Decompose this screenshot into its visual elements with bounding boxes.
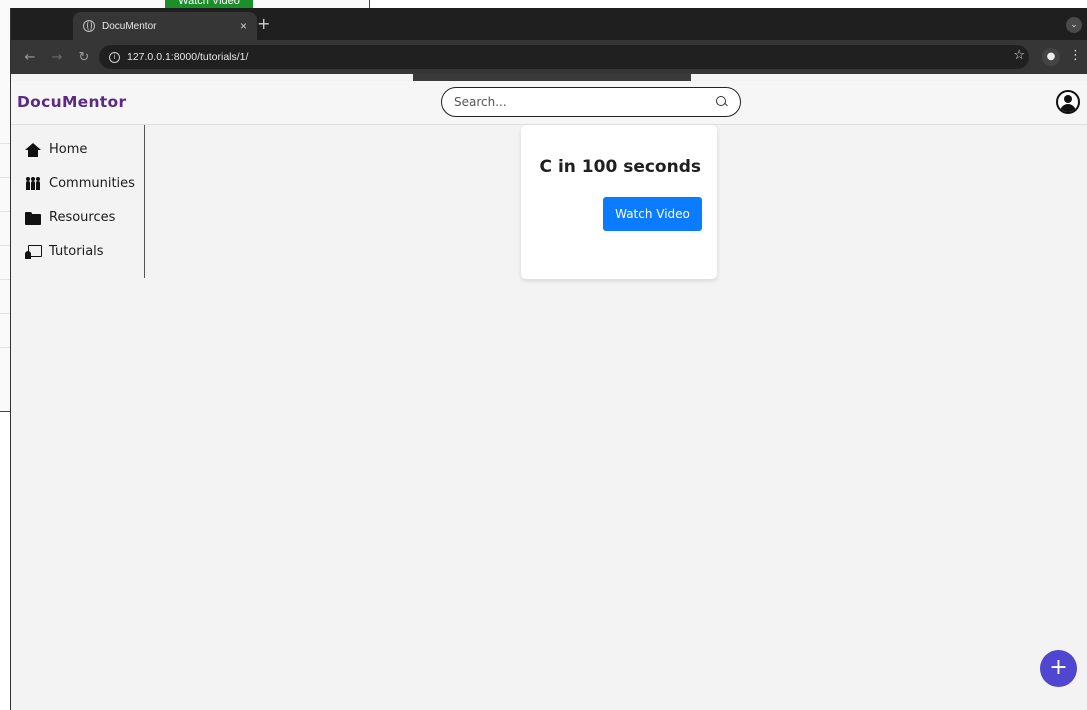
forward-arrow-icon[interactable]: → bbox=[49, 50, 65, 65]
browser-window: DocuMentor × + ⌄ ← → ↻ i 127.0.0.1:8000/… bbox=[10, 8, 1087, 710]
tutorial-card: C in 100 seconds Watch Video bbox=[521, 125, 717, 279]
tab-search-chevron-icon[interactable]: ⌄ bbox=[1066, 17, 1082, 33]
sidebar-item-label: Resources bbox=[49, 210, 116, 225]
home-icon bbox=[25, 142, 41, 157]
sidebar-item-label: Home bbox=[49, 142, 88, 157]
brand-logo[interactable]: DocuMentor bbox=[17, 93, 126, 111]
reload-icon[interactable]: ↻ bbox=[76, 50, 92, 65]
sidebar-item-tutorials[interactable]: Tutorials bbox=[25, 244, 104, 259]
sidebar-item-resources[interactable]: Resources bbox=[25, 210, 115, 225]
sidebar: Home Communities Resources Tutorials bbox=[11, 125, 145, 278]
new-tab-button[interactable]: + bbox=[257, 14, 270, 33]
app-header: DocuMentor bbox=[11, 81, 1087, 125]
folder-icon bbox=[25, 211, 41, 225]
communities-icon bbox=[25, 176, 41, 191]
browser-menu-icon[interactable]: ⋮ bbox=[1069, 48, 1082, 63]
sidebar-item-home[interactable]: Home bbox=[25, 142, 87, 157]
tutorials-icon bbox=[25, 244, 42, 259]
search-bar[interactable] bbox=[441, 87, 741, 117]
watch-video-button[interactable]: Watch Video bbox=[603, 197, 702, 231]
tab-title: DocuMentor bbox=[102, 20, 157, 32]
sidebar-item-communities[interactable]: Communities bbox=[25, 176, 135, 191]
globe-icon bbox=[83, 20, 95, 32]
tab-close-icon[interactable]: × bbox=[240, 19, 247, 33]
add-button[interactable]: + bbox=[1040, 650, 1077, 687]
back-arrow-icon[interactable]: ← bbox=[22, 50, 38, 65]
page-overlay-strip bbox=[413, 74, 691, 81]
browser-toolbar: ← → ↻ i 127.0.0.1:8000/tutorials/1/ ☆ ● … bbox=[11, 40, 1087, 74]
bookmark-star-icon[interactable]: ☆ bbox=[1013, 48, 1025, 63]
sidebar-item-label: Communities bbox=[49, 176, 135, 191]
browser-profile-icon[interactable]: ● bbox=[1042, 48, 1060, 66]
search-icon[interactable] bbox=[716, 96, 728, 108]
tutorial-title: C in 100 seconds bbox=[539, 157, 701, 177]
user-account-icon[interactable] bbox=[1056, 90, 1080, 114]
address-bar[interactable]: i 127.0.0.1:8000/tutorials/1/ ☆ bbox=[99, 45, 1029, 69]
search-input[interactable] bbox=[454, 95, 716, 109]
tab-bar: DocuMentor × + ⌄ bbox=[11, 8, 1087, 40]
sidebar-item-label: Tutorials bbox=[49, 244, 104, 259]
background-window-edge bbox=[0, 110, 10, 410]
url-text: 127.0.0.1:8000/tutorials/1/ bbox=[127, 51, 249, 63]
background-watch-video-button[interactable]: Watch Video bbox=[165, 0, 253, 8]
browser-tab[interactable]: DocuMentor × bbox=[73, 12, 257, 40]
site-info-icon[interactable]: i bbox=[109, 51, 120, 63]
